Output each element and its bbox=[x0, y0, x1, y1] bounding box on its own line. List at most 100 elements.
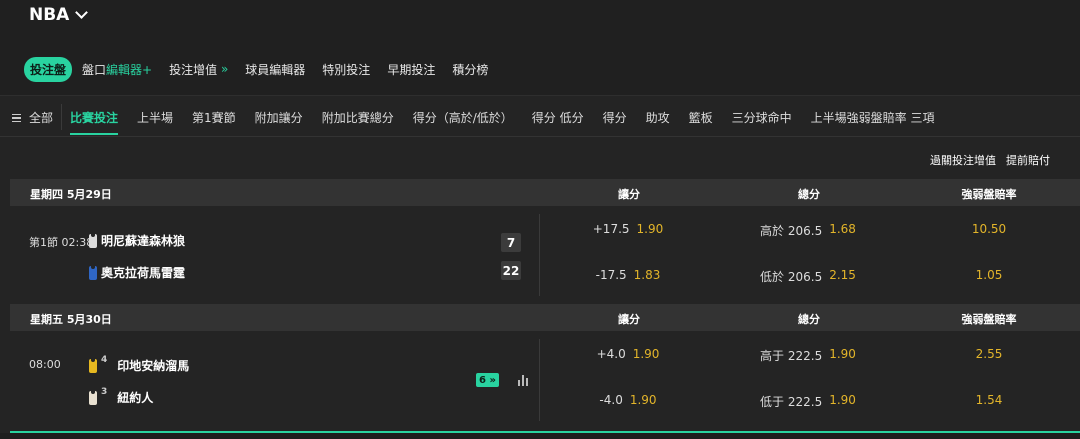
parlay-boost-link[interactable]: 過關投注增值 bbox=[930, 152, 996, 168]
spread-odds-home[interactable]: +4.0 1.90 bbox=[553, 347, 703, 361]
odds-line: +17.5 bbox=[592, 222, 630, 236]
tab-label: 投注增值 bbox=[169, 62, 218, 77]
team-score: 22 bbox=[501, 261, 521, 280]
subtab-first-half[interactable]: 上半場 bbox=[137, 96, 173, 138]
team-seed: 4 bbox=[101, 355, 108, 365]
team-score: 7 bbox=[501, 233, 521, 252]
game-time: 08:00 bbox=[29, 358, 61, 371]
chevron-down-icon bbox=[75, 6, 89, 19]
league-title: NBA bbox=[29, 5, 70, 25]
team-seed: 3 bbox=[101, 387, 108, 397]
tab-market-editor[interactable]: 盤口 編輯器+ bbox=[82, 61, 152, 78]
col-spread: 讓分 bbox=[618, 188, 640, 201]
odds-price: 2.55 bbox=[975, 347, 1003, 361]
tab-label: 特別投注 bbox=[322, 62, 371, 77]
all-markets-button[interactable]: 全部 bbox=[12, 109, 53, 126]
menu-icon bbox=[12, 113, 21, 122]
odds-price: 1.83 bbox=[633, 268, 661, 282]
tab-label: 積分榜 bbox=[452, 62, 489, 77]
odds-line: 低于 222.5 bbox=[760, 395, 823, 409]
jersey-icon bbox=[89, 358, 97, 373]
moneyline-home[interactable]: 2.55 bbox=[939, 347, 1039, 361]
subtab-alt-total[interactable]: 附加比賽總分 bbox=[322, 96, 394, 138]
col-total: 總分 bbox=[798, 188, 820, 201]
subtab-points-ou[interactable]: 得分（高於/低於） bbox=[413, 96, 513, 138]
total-odds-under[interactable]: 低于 222.5 1.90 bbox=[733, 393, 883, 410]
divider bbox=[539, 339, 540, 421]
col-spread: 讓分 bbox=[618, 313, 640, 326]
tab-early-bets[interactable]: 早期投注 bbox=[387, 61, 435, 78]
jersey-icon bbox=[89, 390, 97, 405]
spread-odds-home[interactable]: +17.5 1.90 bbox=[553, 222, 703, 236]
tab-label: 早期投注 bbox=[387, 62, 436, 77]
col-total: 總分 bbox=[798, 313, 820, 326]
jersey-icon bbox=[89, 233, 97, 248]
odds-price: 1.68 bbox=[829, 222, 856, 236]
team-away[interactable]: 3 紐約人 bbox=[89, 387, 154, 406]
total-odds-under[interactable]: 低於 206.5 2.15 bbox=[733, 268, 883, 285]
more-markets-button[interactable]: 6 » bbox=[476, 373, 499, 387]
day-header: 星期四 5月29日 讓分 總分 強弱盤賠率 bbox=[10, 179, 1080, 206]
divider bbox=[61, 104, 62, 130]
subtab-match-bets[interactable]: 比賽投注 bbox=[70, 96, 119, 138]
tab-accent: 編輯器+ bbox=[106, 62, 153, 77]
jersey-icon bbox=[89, 265, 97, 280]
subtab-assists[interactable]: 助攻 bbox=[646, 96, 670, 138]
divider bbox=[539, 214, 540, 296]
team-name: 紐約人 bbox=[117, 391, 154, 405]
game-row[interactable]: 第1節 02:38 明尼蘇達森林狼 奧克拉荷馬雷霆 7 22 +17.5 1.90… bbox=[10, 206, 1080, 303]
moneyline-away[interactable]: 1.05 bbox=[939, 268, 1039, 282]
main-tabs: 投注盤 盤口 編輯器+ 投注增值 » 球員編輯器 特別投注 早期投注 積分榜 bbox=[24, 56, 505, 82]
subtab-first-half-3way[interactable]: 上半場強弱盤賠率 三項 bbox=[811, 96, 935, 138]
day-date: 星期四 5月29日 bbox=[30, 188, 112, 201]
subtab-first-quarter[interactable]: 第1賽節 bbox=[192, 96, 236, 138]
quick-links: 過關投注增值 提前賠付 bbox=[930, 152, 1050, 168]
spread-odds-away[interactable]: -4.0 1.90 bbox=[553, 393, 703, 407]
tab-boost[interactable]: 投注增值 » bbox=[169, 61, 228, 78]
team-away[interactable]: 奧克拉荷馬雷霆 bbox=[89, 264, 185, 281]
double-chevron-icon: » bbox=[220, 62, 229, 76]
odds-price: 1.90 bbox=[636, 222, 664, 236]
league-selector[interactable]: NBA bbox=[29, 5, 89, 25]
total-odds-over[interactable]: 高於 206.5 1.68 bbox=[733, 222, 883, 239]
header: NBA 投注盤 盤口 編輯器+ 投注增值 » 球員編輯器 特別投注 早期投注 積分… bbox=[0, 0, 1080, 95]
game-row[interactable]: 08:00 4 印地安納溜馬 3 紐約人 6 » +4.0 1.90 -4.0 1.… bbox=[10, 331, 1080, 428]
market-tabs: 比賽投注 上半場 第1賽節 附加讓分 附加比賽總分 得分（高於/低於） 得分 低… bbox=[70, 96, 953, 138]
spread-odds-away[interactable]: -17.5 1.83 bbox=[553, 268, 703, 282]
moneyline-home[interactable]: 10.50 bbox=[939, 222, 1039, 236]
footer-bar bbox=[0, 433, 1080, 439]
odds-price: 1.90 bbox=[829, 347, 856, 361]
odds-price: 10.50 bbox=[971, 222, 1007, 236]
tab-bet-board[interactable]: 投注盤 bbox=[24, 56, 73, 82]
game-time: 第1節 02:38 bbox=[29, 236, 94, 249]
team-name: 印地安納溜馬 bbox=[117, 359, 190, 373]
day-date: 星期五 5月30日 bbox=[30, 313, 112, 326]
subtab-points[interactable]: 得分 bbox=[603, 96, 627, 138]
odds-price: 1.90 bbox=[829, 393, 856, 407]
early-payout-link[interactable]: 提前賠付 bbox=[1006, 152, 1050, 168]
tab-label: 球員編輯器 bbox=[245, 62, 306, 77]
team-home[interactable]: 明尼蘇達森林狼 bbox=[89, 232, 185, 249]
team-home[interactable]: 4 印地安納溜馬 bbox=[89, 355, 190, 374]
sub-nav: 全部 比賽投注 上半場 第1賽節 附加讓分 附加比賽總分 得分（高於/低於） 得… bbox=[0, 95, 1080, 137]
moneyline-away[interactable]: 1.54 bbox=[939, 393, 1039, 407]
tab-label: 盤口 bbox=[82, 62, 107, 77]
stats-icon[interactable] bbox=[518, 374, 530, 386]
odds-price: 1.90 bbox=[629, 393, 657, 407]
subtab-threes[interactable]: 三分球命中 bbox=[732, 96, 792, 138]
all-label: 全部 bbox=[29, 111, 54, 125]
subtab-rebounds[interactable]: 籃板 bbox=[689, 96, 713, 138]
odds-line: +4.0 bbox=[596, 347, 626, 361]
tab-standings[interactable]: 積分榜 bbox=[452, 61, 488, 78]
odds-price: 2.15 bbox=[829, 268, 856, 282]
day-header: 星期五 5月30日 讓分 總分 強弱盤賠率 bbox=[10, 304, 1080, 331]
odds-line: -4.0 bbox=[599, 393, 623, 407]
odds-line: -17.5 bbox=[595, 268, 627, 282]
tab-specials[interactable]: 特別投注 bbox=[322, 61, 370, 78]
total-odds-over[interactable]: 高于 222.5 1.90 bbox=[733, 347, 883, 364]
subtab-alt-spread[interactable]: 附加讓分 bbox=[255, 96, 303, 138]
subtab-points-low[interactable]: 得分 低分 bbox=[532, 96, 584, 138]
odds-line: 高于 222.5 bbox=[760, 349, 823, 363]
odds-price: 1.54 bbox=[975, 393, 1003, 407]
tab-player-editor[interactable]: 球員編輯器 bbox=[245, 61, 305, 78]
